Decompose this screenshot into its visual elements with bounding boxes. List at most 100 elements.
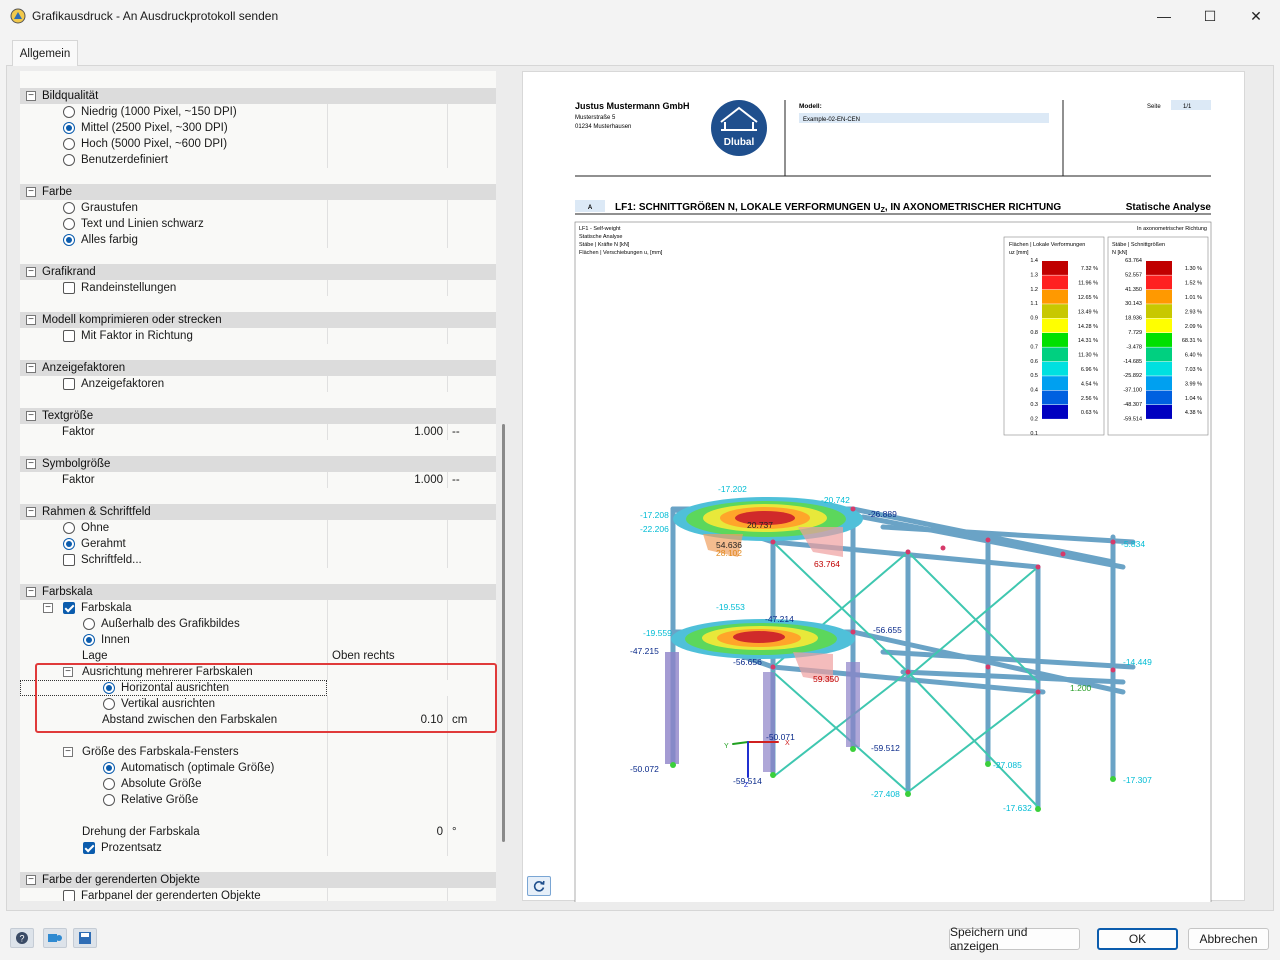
cancel-button[interactable]: Abbrechen	[1188, 928, 1269, 950]
option-row[interactable]: Mittel (2500 Pixel, ~300 DPI)	[20, 120, 496, 136]
collapse-icon[interactable]: −	[26, 267, 36, 277]
maximize-button[interactable]: ☐	[1187, 0, 1233, 32]
option-row[interactable]: Prozentsatz	[20, 840, 496, 856]
unit-cell	[447, 552, 496, 568]
save-settings-button[interactable]	[73, 928, 97, 948]
option-row[interactable]: − Farbskala	[20, 600, 496, 616]
category-rahmen[interactable]: − Rahmen & Schriftfeld	[20, 504, 496, 520]
option-row[interactable]: Mit Faktor in Richtung	[20, 328, 496, 344]
ok-button[interactable]: OK	[1097, 928, 1178, 950]
radio-relative-groesse[interactable]	[103, 794, 115, 806]
option-row[interactable]: Graustufen	[20, 200, 496, 216]
category-anzeigefaktoren[interactable]: − Anzeigefaktoren	[20, 360, 496, 376]
option-row[interactable]: − Größe des Farbskala-Fensters	[20, 744, 496, 760]
refresh-button[interactable]	[527, 876, 551, 896]
option-row[interactable]: Alles farbig	[20, 232, 496, 248]
option-row[interactable]: Text und Linien schwarz	[20, 216, 496, 232]
legend-percent: 4.38 %	[1185, 410, 1202, 416]
model-label: -20.742	[821, 495, 850, 505]
checkbox-anzeigefaktoren[interactable]	[63, 378, 75, 390]
collapse-icon[interactable]: −	[26, 91, 36, 101]
unit-cell	[447, 808, 496, 824]
collapse-icon[interactable]: −	[26, 507, 36, 517]
checkbox-farbskala[interactable]	[63, 602, 75, 614]
collapse-icon[interactable]: −	[63, 747, 73, 757]
property-row[interactable]: Faktor 1.000 --	[20, 472, 496, 488]
option-row[interactable]: Absolute Größe	[20, 776, 496, 792]
category-bildqualitaet[interactable]: − Bildqualität	[20, 88, 496, 104]
legend-value: -59.514	[1123, 416, 1142, 422]
option-row[interactable]: Farbpanel der gerenderten Objekte	[20, 888, 496, 901]
radio-ausserhalb[interactable]	[83, 618, 95, 630]
category-gerendert[interactable]: − Farbe der gerenderten Objekte	[20, 872, 496, 888]
option-row[interactable]: Schriftfeld...	[20, 552, 496, 568]
radio-niedrig[interactable]	[63, 106, 75, 118]
category-farbskala[interactable]: − Farbskala	[20, 584, 496, 600]
info-line: LF1 - Self-weight	[579, 226, 621, 232]
collapse-icon[interactable]: −	[26, 587, 36, 597]
model-label: -50.072	[630, 764, 659, 774]
option-row[interactable]: Niedrig (1000 Pixel, ~150 DPI)	[20, 104, 496, 120]
minimize-button[interactable]: —	[1141, 0, 1187, 32]
option-row[interactable]: Innen	[20, 632, 496, 648]
help-button[interactable]: ?	[10, 928, 34, 948]
drehung-value[interactable]: 0	[327, 824, 447, 840]
property-row[interactable]: Drehung der Farbskala 0 °	[20, 824, 496, 840]
textgroesse-value[interactable]: 1.000	[327, 424, 447, 440]
option-row[interactable]: Anzeigefaktoren	[20, 376, 496, 392]
collapse-icon[interactable]: −	[26, 411, 36, 421]
property-row[interactable]: Faktor 1.000 --	[20, 424, 496, 440]
option-row[interactable]: Relative Größe	[20, 792, 496, 808]
radio-absolute-groesse[interactable]	[103, 778, 115, 790]
collapse-icon[interactable]: −	[26, 315, 36, 325]
checkbox-prozentsatz[interactable]	[83, 842, 95, 854]
unit-cell: --	[447, 424, 496, 440]
modell-label: Modell:	[799, 103, 822, 110]
option-row[interactable]: Ohne	[20, 520, 496, 536]
category-modell[interactable]: − Modell komprimieren oder strecken	[20, 312, 496, 328]
radio-automatisch[interactable]	[103, 762, 115, 774]
value-cell	[327, 328, 447, 344]
option-row[interactable]: Randeinstellungen	[20, 280, 496, 296]
units-button[interactable]	[43, 928, 67, 948]
radio-ohne[interactable]	[63, 522, 75, 534]
checkbox-mit-faktor[interactable]	[63, 330, 75, 342]
legend-swatch	[1042, 376, 1068, 391]
radio-mittel[interactable]	[63, 122, 75, 134]
collapse-icon[interactable]: −	[26, 187, 36, 197]
model-label: -59.512	[871, 743, 900, 753]
legend-value: 0.8	[1030, 330, 1038, 336]
option-row[interactable]: Automatisch (optimale Größe)	[20, 760, 496, 776]
option-row[interactable]: Außerhalb des Grafikbildes	[20, 616, 496, 632]
property-row[interactable]: Lage Oben rechts	[20, 648, 496, 664]
option-label: Innen	[101, 634, 130, 646]
collapse-icon[interactable]: −	[26, 363, 36, 373]
option-row[interactable]: Benutzerdefiniert	[20, 152, 496, 168]
category-farbe[interactable]: − Farbe	[20, 184, 496, 200]
radio-alles-farbig[interactable]	[63, 234, 75, 246]
radio-graustufen[interactable]	[63, 202, 75, 214]
symbolgroesse-value[interactable]: 1.000	[327, 472, 447, 488]
option-label: Farbskala	[81, 602, 132, 614]
tab-allgemein[interactable]: Allgemein	[12, 40, 78, 66]
radio-benutzerdefiniert[interactable]	[63, 154, 75, 166]
save-and-show-button[interactable]: Speichern und anzeigen	[949, 925, 1080, 953]
lage-dropdown[interactable]: Oben rechts	[327, 648, 447, 664]
option-row[interactable]: Hoch (5000 Pixel, ~600 DPI)	[20, 136, 496, 152]
tree-scrollbar[interactable]	[502, 424, 505, 842]
checkbox-randeinstellungen[interactable]	[63, 282, 75, 294]
checkbox-schriftfeld[interactable]	[63, 554, 75, 566]
collapse-icon[interactable]: −	[26, 875, 36, 885]
collapse-icon[interactable]: −	[43, 603, 53, 613]
radio-text-schwarz[interactable]	[63, 218, 75, 230]
checkbox-farbpanel[interactable]	[63, 890, 75, 901]
category-symbolgroesse[interactable]: − Symbolgröße	[20, 456, 496, 472]
close-button[interactable]: ✕	[1233, 0, 1279, 32]
category-grafikrand[interactable]: − Grafikrand	[20, 264, 496, 280]
radio-hoch[interactable]	[63, 138, 75, 150]
option-row[interactable]: Gerahmt	[20, 536, 496, 552]
collapse-icon[interactable]: −	[26, 459, 36, 469]
radio-gerahmt[interactable]	[63, 538, 75, 550]
radio-innen[interactable]	[83, 634, 95, 646]
category-textgroesse[interactable]: − Textgröße	[20, 408, 496, 424]
